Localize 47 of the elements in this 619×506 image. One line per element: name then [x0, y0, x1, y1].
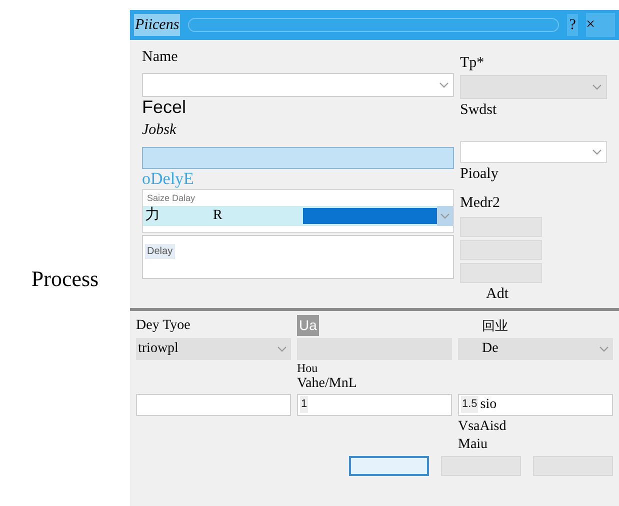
select-value: De [482, 340, 498, 358]
select-field[interactable]: De [458, 338, 613, 360]
input-suffix: sio [480, 396, 497, 414]
list-row[interactable]: 力 R [143, 206, 453, 226]
chevron-down-icon [277, 346, 287, 352]
input-value: 1.5 [461, 396, 478, 413]
select-value: triowpl [138, 340, 178, 358]
row-glyph: 力 [144, 206, 161, 226]
field-label: Ua [297, 314, 319, 336]
select-field[interactable]: triowpl [136, 338, 291, 360]
dropdown-button[interactable] [437, 206, 453, 226]
chevron-down-icon [439, 82, 449, 88]
note-text: Maiu [458, 436, 489, 454]
field-label: Pioaly [460, 165, 500, 184]
chevron-down-icon [592, 149, 602, 155]
input-field[interactable] [136, 394, 291, 416]
input-value: 1 [300, 396, 308, 413]
select-field[interactable] [297, 338, 452, 360]
note-text: VsaAisd [458, 418, 508, 436]
field-label: Jobsk [142, 120, 178, 140]
input-field[interactable]: 1 [297, 394, 452, 416]
field-label: Vahe/MnL [297, 376, 358, 392]
field-label: Hou [297, 360, 319, 376]
window-title: Piicens [134, 14, 180, 36]
name-value: Fecel [142, 96, 188, 116]
selected-field[interactable] [142, 147, 454, 169]
input-field[interactable]: 1.5 sio [458, 394, 613, 416]
mark-text: 回业 [481, 317, 509, 335]
close-button[interactable]: × [586, 13, 615, 37]
field-label: Tp* [460, 54, 486, 73]
type-note: Swdst [460, 100, 498, 120]
field-label: Adt [485, 285, 510, 304]
list-item[interactable]: Delay [145, 244, 175, 258]
side-label: Process [31, 264, 99, 292]
type-combobox[interactable] [460, 74, 607, 98]
name-combobox[interactable] [142, 72, 454, 96]
priority-combobox[interactable] [460, 141, 607, 163]
list-header: Saize Dalay [146, 192, 196, 205]
row-text: R [213, 207, 224, 225]
field-label: Dey Tyoe [136, 316, 192, 334]
field-label: Name [142, 48, 179, 67]
chevron-down-icon [592, 84, 602, 90]
field-label: Medr2 [460, 194, 501, 212]
footer-button[interactable] [349, 456, 429, 476]
help-button[interactable]: ? [567, 14, 578, 36]
chevron-down-icon [440, 212, 450, 218]
chevron-down-icon [599, 346, 609, 352]
